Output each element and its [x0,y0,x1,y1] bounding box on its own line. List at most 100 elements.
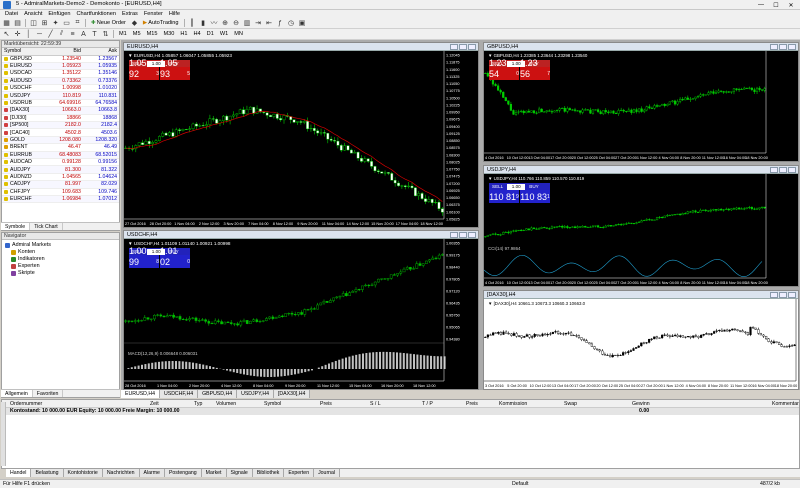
zoom-in-icon[interactable]: ⊕ [221,19,230,28]
menu-datei[interactable]: Datei [2,10,21,18]
terminal-column[interactable]: T / P [422,400,433,408]
tab-symbole[interactable]: Symbole [1,223,31,230]
periods-icon[interactable]: ◷ [287,19,296,28]
channel-icon[interactable]: ⫽ [57,30,66,39]
chart-maximize-button[interactable] [779,44,787,50]
column-header-bid[interactable]: Bid [46,48,83,56]
buy-price[interactable]: 1.05 93 5 [160,58,190,80]
nav-item-indikatoren[interactable]: Indikatoren [5,256,116,263]
terminal-icon[interactable]: ▭ [62,19,71,28]
terminal-tab[interactable]: Experten [284,469,315,477]
terminal-tab[interactable]: Kontohistorie [63,469,103,477]
market-row[interactable]: GOLD 1208.080 1208.320 [2,136,119,145]
chart-minimize-button[interactable] [770,167,778,173]
terminal-column[interactable]: Gewinn [632,400,650,408]
market-row[interactable]: AUDUSD 0.73362 0.73376 [2,77,119,86]
label-icon[interactable]: T [90,30,99,39]
indicators-icon[interactable]: ƒ [276,19,285,28]
market-row[interactable]: [SP500] 2182.0 2182.4 [2,121,119,130]
dax-chart-canvas[interactable]: 3 Oct 2016 5 Oct 20:00 10 Oct 12:00 13 Oct … [484,299,798,389]
maximize-button[interactable]: ☐ [769,1,783,9]
chart-tab[interactable]: USDJPY,H4 [237,390,274,398]
market-row[interactable]: AUDNZD 1.04565 1.04624 [2,173,119,182]
tab-tick-chart[interactable]: Tick Chart [30,223,63,230]
sell-price[interactable]: 1.23 54 0 [489,58,519,80]
close-button[interactable]: ✕ [784,1,798,9]
chart-tab[interactable]: [DAX30],H4 [273,390,311,398]
nav-item-konten[interactable]: Konten [5,249,116,256]
line-chart-icon[interactable]: 〰 [210,19,219,28]
buy-price[interactable]: 1.01 02 0 [160,246,190,268]
text-icon[interactable]: A [79,30,88,39]
terminal-tab[interactable]: Alarme [139,469,165,477]
cursor-icon[interactable]: ↖ [2,30,11,39]
buy-price[interactable]: 110 83 1 [520,190,550,203]
templates-icon[interactable]: ▣ [298,19,307,28]
terminal-column[interactable]: Preis [466,400,478,408]
market-row[interactable]: EURCHF 1.06984 1.07012 [2,195,119,204]
chart-close-button[interactable] [788,292,796,298]
lot-input[interactable]: 1.00 [507,183,526,190]
market-row[interactable]: CADJPY 81.997 82.029 [2,180,119,189]
tab-favoriten[interactable]: Favoriten [33,390,64,397]
terminal-tab[interactable]: Nachrichten [102,469,140,477]
chart-close-button[interactable] [788,44,796,50]
balance-row[interactable]: Kontostand: 10 000.00 EUR Equity: 10 000… [2,408,799,415]
minimize-button[interactable]: — [754,1,768,9]
market-row[interactable]: GBPUSD 1.23540 1.23567 [2,55,119,63]
tile-windows-icon[interactable]: ▥ [243,19,252,28]
timeframe-w1[interactable]: W1 [218,31,230,37]
arrows-icon[interactable]: ⇅ [101,30,110,39]
metaeditor-icon[interactable]: ◆ [130,19,139,28]
market-row[interactable]: USDRUB 64.69916 64.76584 [2,99,119,108]
chart-close-button[interactable] [468,232,476,238]
tester-icon[interactable]: ⌗ [73,19,82,28]
candle-chart-icon[interactable]: ▮ [199,19,208,28]
timeframe-h1[interactable]: H1 [178,31,189,37]
profiles-icon[interactable]: ▤ [13,19,22,28]
market-row[interactable]: EURUSD 1.05923 1.05935 [2,62,119,71]
chart-maximize-button[interactable] [779,292,787,298]
column-header-symbol[interactable]: Symbol [2,48,47,56]
buy-button[interactable]: BUY [526,184,541,190]
zoom-out-icon[interactable]: ⊖ [232,19,241,28]
chart-close-button[interactable] [468,44,476,50]
menu-hilfe[interactable]: Hilfe [166,10,183,18]
buy-price[interactable]: 1.23 56 7 [520,58,550,80]
market-row[interactable]: BRENT 46.47 46.49 [2,143,119,152]
terminal-column[interactable]: Typ [194,400,202,408]
tab-allgemein[interactable]: Allgemein [1,390,33,397]
horizontal-line-icon[interactable]: ─ [35,30,44,39]
terminal-column[interactable]: S / L [370,400,381,408]
bar-chart-icon[interactable]: ┃ [188,19,197,28]
menu-einfügen[interactable]: Einfügen [45,10,73,18]
timeframe-mn[interactable]: MN [232,31,245,37]
market-row[interactable]: AUDJPY 81.300 81.322 [2,165,119,174]
terminal-tab[interactable]: Postengang [164,469,202,477]
timeframe-m5[interactable]: M5 [131,31,143,37]
sell-price[interactable]: 110 81 9 [489,190,519,203]
new-order-button[interactable]: ✚ Neue Order [89,20,128,26]
timeframe-m1[interactable]: M1 [117,31,129,37]
timeframe-d1[interactable]: D1 [205,31,216,37]
chart-minimize-button[interactable] [450,44,458,50]
chart-maximize-button[interactable] [779,167,787,173]
autotrading-button[interactable]: ▶ AutoTrading [141,20,181,26]
terminal-column[interactable]: Kommentar [772,400,799,408]
chart-tab[interactable]: EURUSD,H4 [121,390,160,398]
chart-window-usdjpy[interactable]: USDJPY,H4 4 Oct 2016 10 Oct 12:00 13 Oct 0… [483,165,799,287]
chart-minimize-button[interactable] [450,232,458,238]
menu-fenster[interactable]: Fenster [141,10,166,18]
market-row[interactable]: [CAC40] 4502.8 4503.6 [2,128,119,137]
vertical-line-icon[interactable]: │ [24,30,33,39]
menu-ansicht[interactable]: Ansicht [21,10,45,18]
market-row[interactable]: CHFJPY 109.683 109.746 [2,188,119,196]
chart-window-eurusd[interactable]: EURUSD,H4 1.12045 1.11875 1.11600 1.11325 1.… [123,42,479,228]
chart-window-dax[interactable]: [DAX30],H4 3 Oct 2016 5 Oct 20:00 10 Oct 1… [483,290,799,390]
timeframe-h4[interactable]: H4 [192,31,203,37]
market-row[interactable]: AUDCAD 0.99128 0.99156 [2,158,119,167]
new-chart-icon[interactable]: ▦ [2,19,11,28]
timeframe-m15[interactable]: M15 [145,31,160,37]
sell-button[interactable]: SELL [489,184,506,190]
market-row[interactable]: EURRUB 68.48083 68.52015 [2,151,119,159]
